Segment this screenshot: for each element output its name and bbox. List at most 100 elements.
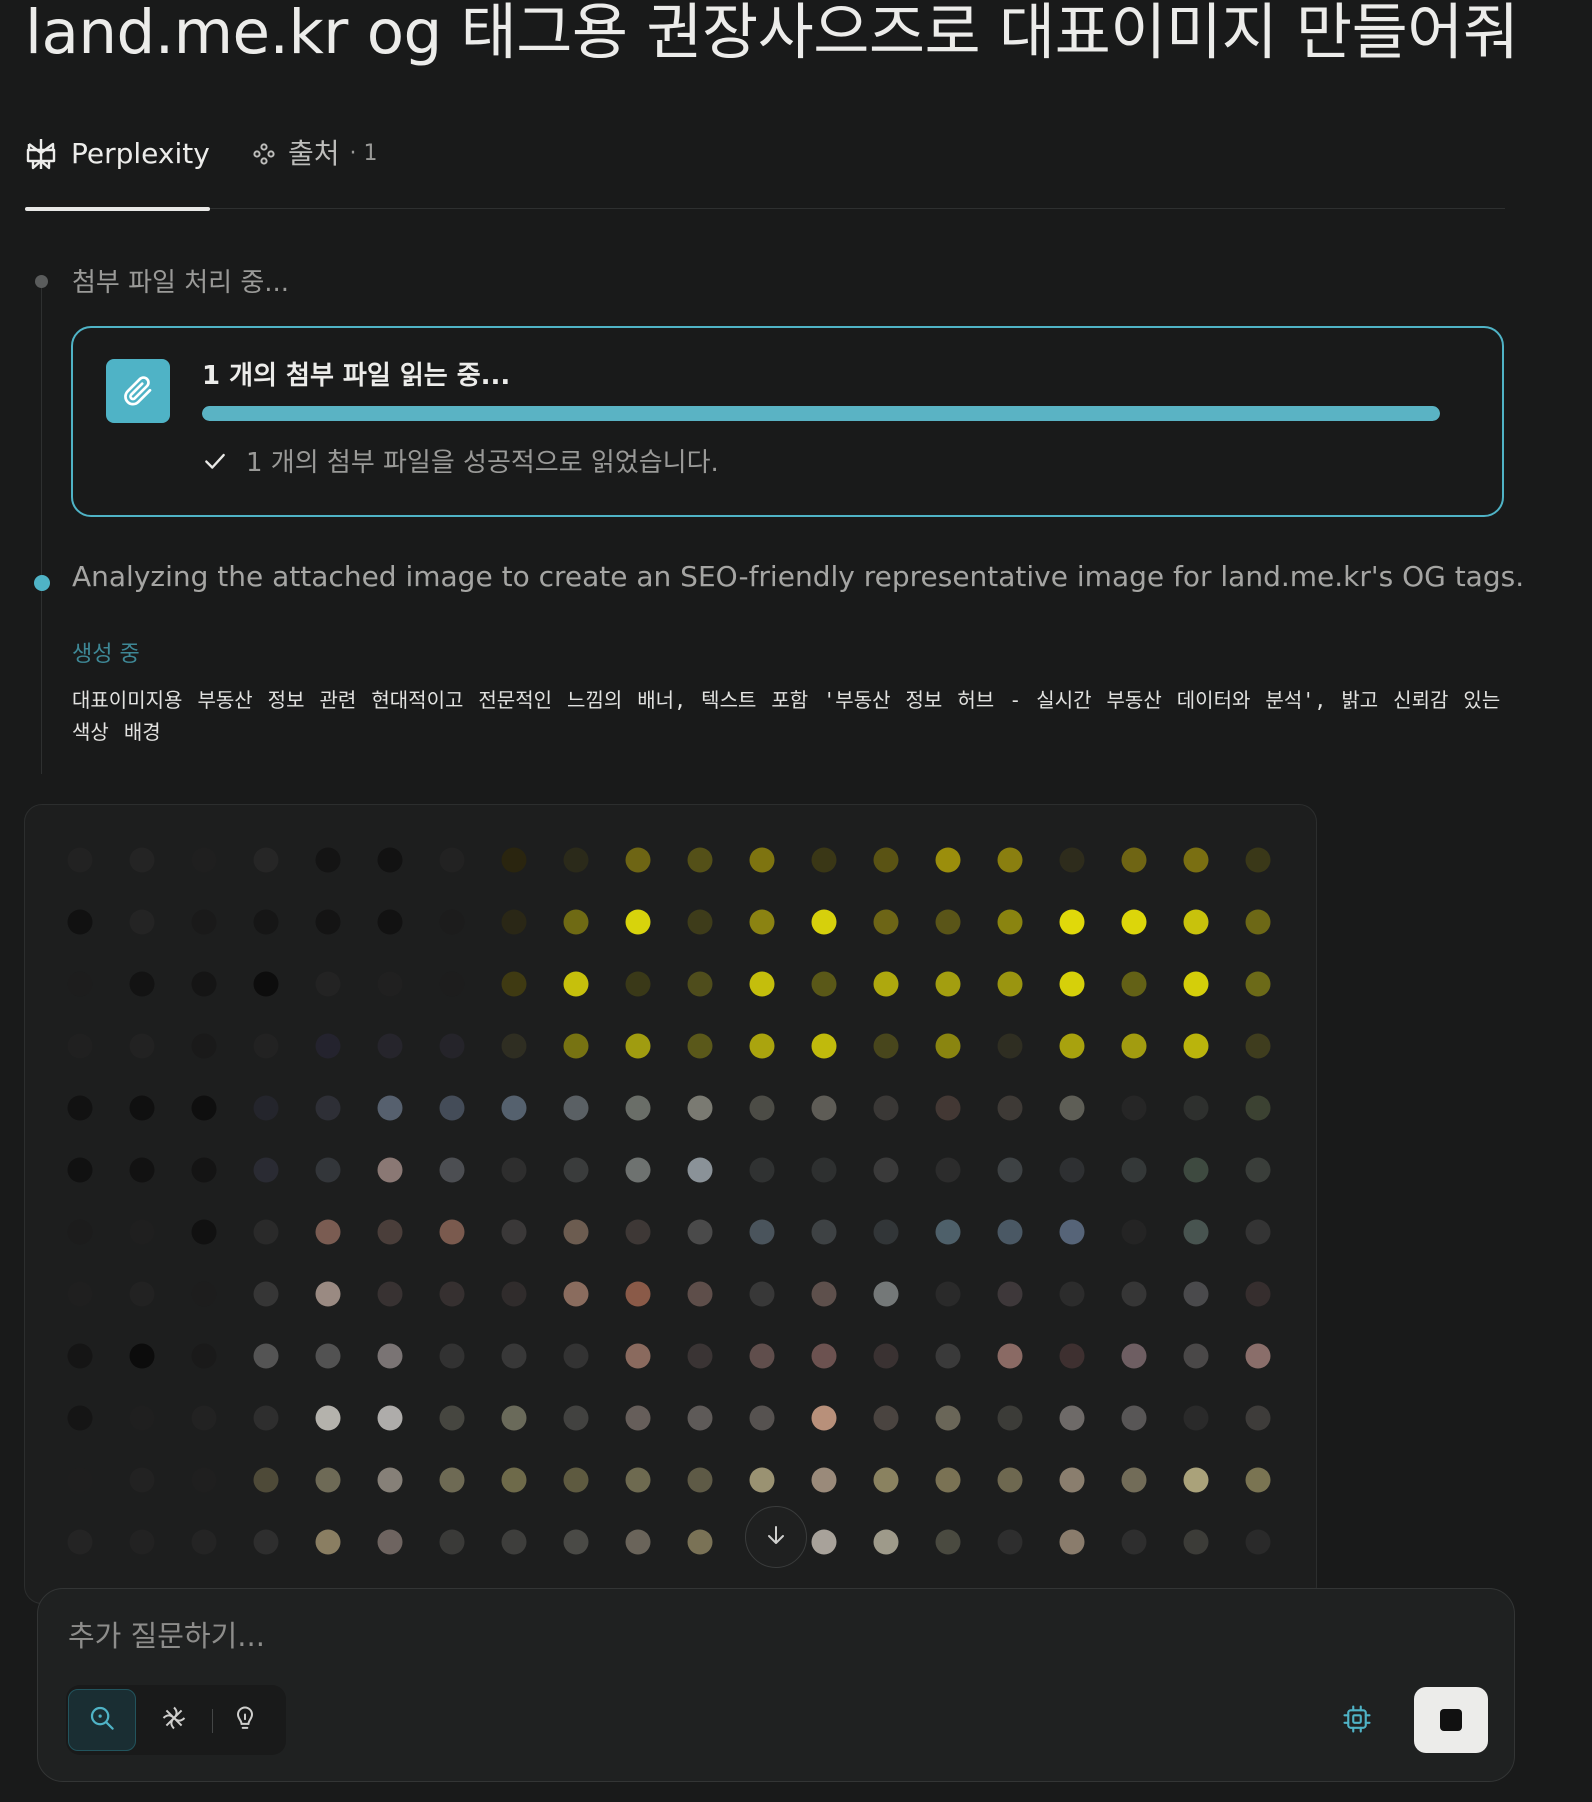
image-dot	[625, 1033, 651, 1059]
image-dot	[811, 1095, 837, 1121]
image-dot	[1183, 1343, 1209, 1369]
image-dot	[1059, 1157, 1085, 1183]
image-dot	[687, 1095, 713, 1121]
image-dot	[315, 1033, 341, 1059]
stop-icon	[1440, 1709, 1462, 1731]
image-dot	[997, 909, 1023, 935]
image-dot	[129, 1095, 155, 1121]
image-dot	[811, 1467, 837, 1493]
image-dot	[1245, 1219, 1271, 1245]
image-dot	[811, 1033, 837, 1059]
image-dot	[315, 909, 341, 935]
image-dot	[191, 1529, 217, 1555]
image-dot	[625, 1095, 651, 1121]
image-dot	[625, 971, 651, 997]
image-dot	[749, 1157, 775, 1183]
image-dot	[749, 1281, 775, 1307]
chip-icon	[1342, 1704, 1372, 1738]
image-dot	[873, 1095, 899, 1121]
image-dot	[1059, 847, 1085, 873]
image-dot	[997, 1529, 1023, 1555]
image-dot	[997, 1095, 1023, 1121]
image-dot	[315, 971, 341, 997]
image-dot	[687, 971, 713, 997]
image-dot	[563, 1405, 589, 1431]
image-dot	[377, 1529, 403, 1555]
sources-count: · 1	[349, 141, 378, 166]
image-dot	[191, 1095, 217, 1121]
image-dot	[1245, 1467, 1271, 1493]
mode-search-button[interactable]	[68, 1689, 136, 1751]
image-dot	[1245, 1157, 1271, 1183]
image-dot	[625, 909, 651, 935]
image-dot	[439, 1529, 465, 1555]
sources-icon	[252, 136, 276, 172]
image-dot	[749, 1033, 775, 1059]
paperclip-icon	[106, 359, 170, 423]
image-dot-grid	[67, 847, 1271, 1555]
image-dot	[563, 971, 589, 997]
image-dot	[997, 1219, 1023, 1245]
image-dot	[625, 1281, 651, 1307]
image-dot	[315, 1157, 341, 1183]
image-dot	[935, 1033, 961, 1059]
image-dot	[1121, 1095, 1147, 1121]
image-dot	[129, 1405, 155, 1431]
image-dot	[191, 1157, 217, 1183]
image-dot	[749, 1219, 775, 1245]
image-dot	[253, 1033, 279, 1059]
image-dot	[625, 1405, 651, 1431]
image-dot	[873, 1219, 899, 1245]
image-dot	[563, 1529, 589, 1555]
image-dot	[1245, 1095, 1271, 1121]
image-dot	[997, 1467, 1023, 1493]
image-dot	[1121, 1157, 1147, 1183]
image-dot	[563, 1033, 589, 1059]
image-dot	[377, 1033, 403, 1059]
follow-up-box	[37, 1588, 1515, 1782]
search-mode-group	[66, 1685, 286, 1755]
image-dot	[315, 1219, 341, 1245]
image-dot	[997, 1343, 1023, 1369]
image-dot	[935, 847, 961, 873]
model-select-button[interactable]	[1340, 1704, 1374, 1738]
image-dot	[687, 1343, 713, 1369]
image-dot	[501, 1343, 527, 1369]
image-dot	[67, 1467, 93, 1493]
image-dot	[749, 971, 775, 997]
attachment-progress-bar	[202, 406, 1440, 421]
image-dot	[315, 1281, 341, 1307]
step-analyzing-text: Analyzing the attached image to create a…	[72, 560, 1525, 593]
image-dot	[625, 1219, 651, 1245]
image-dot	[625, 1529, 651, 1555]
image-dot	[129, 909, 155, 935]
mode-research-button[interactable]	[140, 1689, 208, 1751]
image-dot	[191, 909, 217, 935]
follow-up-input[interactable]	[66, 1611, 1366, 1661]
image-dot	[1245, 1529, 1271, 1555]
image-dot	[1245, 971, 1271, 997]
image-dot	[67, 971, 93, 997]
image-dot	[377, 971, 403, 997]
image-dot	[687, 1529, 713, 1555]
image-dot	[935, 1529, 961, 1555]
image-dot	[749, 1343, 775, 1369]
image-dot	[129, 1219, 155, 1245]
tab-perplexity[interactable]: Perplexity	[25, 130, 210, 211]
image-dot	[1183, 1405, 1209, 1431]
scroll-down-button[interactable]	[745, 1506, 807, 1568]
image-dot	[1183, 1529, 1209, 1555]
image-dot	[1245, 909, 1271, 935]
check-icon	[202, 448, 228, 478]
image-dot	[687, 1219, 713, 1245]
stop-button[interactable]	[1414, 1687, 1488, 1753]
mode-labs-button[interactable]	[211, 1689, 279, 1751]
image-dot	[687, 847, 713, 873]
tab-sources[interactable]: 출처 · 1	[252, 130, 402, 209]
image-dot	[129, 1467, 155, 1493]
image-dot	[625, 1157, 651, 1183]
image-dot	[811, 1343, 837, 1369]
image-dot	[1121, 1529, 1147, 1555]
image-dot	[129, 1343, 155, 1369]
step-dot-active	[34, 575, 50, 591]
